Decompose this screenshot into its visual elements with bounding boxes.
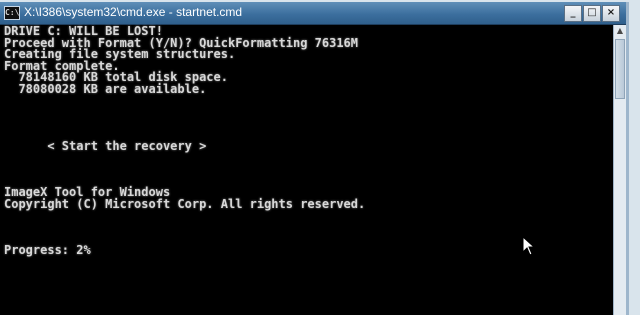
- desktop: C:\ X:\I386\system32\cmd.exe - startnet.…: [0, 0, 640, 315]
- console-line: 78080028 KB are available.: [4, 81, 207, 96]
- minimize-button[interactable]: _: [564, 5, 582, 22]
- title-bar[interactable]: C:\ X:\I386\system32\cmd.exe - startnet.…: [0, 2, 626, 25]
- scroll-thumb[interactable]: [615, 39, 625, 99]
- console-line: Copyright (C) Microsoft Corp. All rights…: [4, 196, 366, 211]
- close-button[interactable]: ×: [602, 5, 620, 22]
- console-output[interactable]: DRIVE C: WILL BE LOST! Proceed with Form…: [0, 25, 614, 315]
- vertical-scrollbar[interactable]: ▲: [613, 25, 626, 315]
- window-title: X:\I386\system32\cmd.exe - startnet.cmd: [24, 5, 243, 19]
- console-line: < Start the recovery >: [4, 139, 207, 153]
- mouse-pointer-icon: [522, 236, 536, 256]
- window-controls: _ □ ×: [564, 5, 620, 22]
- scroll-up-arrow-icon[interactable]: ▲: [614, 25, 626, 37]
- maximize-button[interactable]: □: [583, 5, 601, 22]
- cmd-window[interactable]: C:\ X:\I386\system32\cmd.exe - startnet.…: [0, 2, 629, 315]
- cmd-icon[interactable]: C:\: [4, 6, 20, 20]
